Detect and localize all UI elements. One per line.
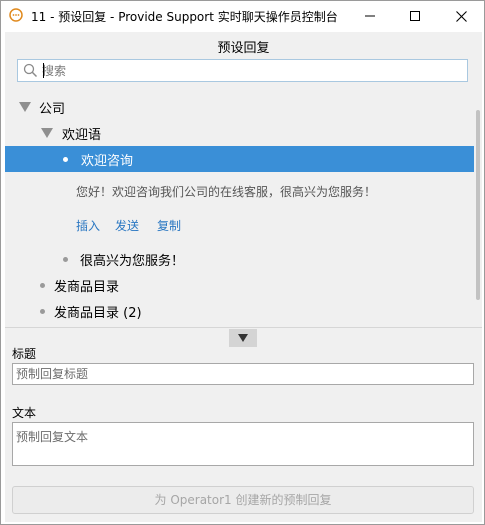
splitter: [5, 327, 482, 328]
expanded-triangle-icon[interactable]: [19, 102, 31, 112]
close-button[interactable]: [438, 1, 484, 31]
tree-item-label: 很高兴为您服务！: [80, 254, 185, 269]
minimize-button[interactable]: [347, 1, 393, 31]
tree-item-label: 欢迎语: [62, 128, 102, 143]
tree-item-welcome-group[interactable]: 欢迎语: [5, 120, 474, 146]
bullet-icon: [40, 309, 45, 314]
bullet-icon: [40, 283, 45, 288]
text-field[interactable]: [12, 422, 474, 466]
title-label: 标题: [12, 347, 37, 361]
tree-scrollbar[interactable]: [474, 90, 482, 328]
text-label: 文本: [12, 406, 37, 420]
title-bar: 11 - 预设回复 - Provide Support 实时聊天操作员控制台: [1, 1, 484, 31]
text-cursor: [43, 63, 44, 78]
maximize-icon: [410, 11, 420, 21]
bullet-icon: [63, 257, 68, 262]
maximize-button[interactable]: [392, 1, 438, 31]
insert-link[interactable]: 插入: [76, 217, 100, 234]
reply-preview: 您好！欢迎咨询我们公司的在线客服，很高兴为您服务！: [76, 185, 377, 199]
title-field[interactable]: [12, 363, 474, 385]
tree-item-welcome-inquiry[interactable]: 欢迎咨询: [5, 146, 474, 172]
close-icon: [455, 10, 467, 22]
search-icon: [23, 63, 38, 78]
send-link[interactable]: 发送: [115, 217, 139, 234]
panel-title: 预设回复: [217, 41, 270, 56]
chat-bubble-icon: [9, 8, 23, 22]
tree-item-label: 欢迎咨询: [81, 154, 134, 169]
create-reply-button[interactable]: 为 Operator1 创建新的预制回复: [12, 486, 474, 514]
bullet-icon: [63, 157, 68, 162]
window-title: 11 - 预设回复 - Provide Support 实时聊天操作员控制台: [31, 10, 338, 24]
replies-tree: 公司 欢迎语 欢迎咨询 您好！欢迎咨询我们公司的在线客服，很高兴为您服务！ 插入…: [5, 90, 482, 328]
expanded-triangle-icon[interactable]: [41, 128, 53, 138]
scrollbar-thumb[interactable]: [476, 110, 480, 300]
search-box[interactable]: [17, 59, 468, 82]
tree-item-happy-to-serve[interactable]: 很高兴为您服务！: [5, 246, 474, 272]
tree-item-label: 发商品目录 (2): [54, 306, 142, 321]
tree-item-company[interactable]: 公司: [5, 94, 474, 120]
search-input[interactable]: [42, 62, 462, 79]
tree-item-label: 公司: [39, 102, 66, 117]
tree-item-catalog-2[interactable]: 发商品目录 (2): [5, 298, 474, 324]
tree-item-catalog[interactable]: 发商品目录: [5, 272, 474, 298]
minimize-icon: [365, 15, 375, 17]
copy-link[interactable]: 复制: [157, 217, 181, 234]
collapse-button[interactable]: [229, 329, 257, 347]
preset-replies-panel: 预设回复 公司 欢迎语 欢迎咨询 您好！欢迎咨询我们公司的在线客服，很高兴: [5, 32, 482, 522]
triangle-down-icon: [238, 334, 248, 342]
preset-replies-window: 11 - 预设回复 - Provide Support 实时聊天操作员控制台 预…: [0, 0, 485, 525]
tree-item-label: 发商品目录: [54, 280, 120, 295]
